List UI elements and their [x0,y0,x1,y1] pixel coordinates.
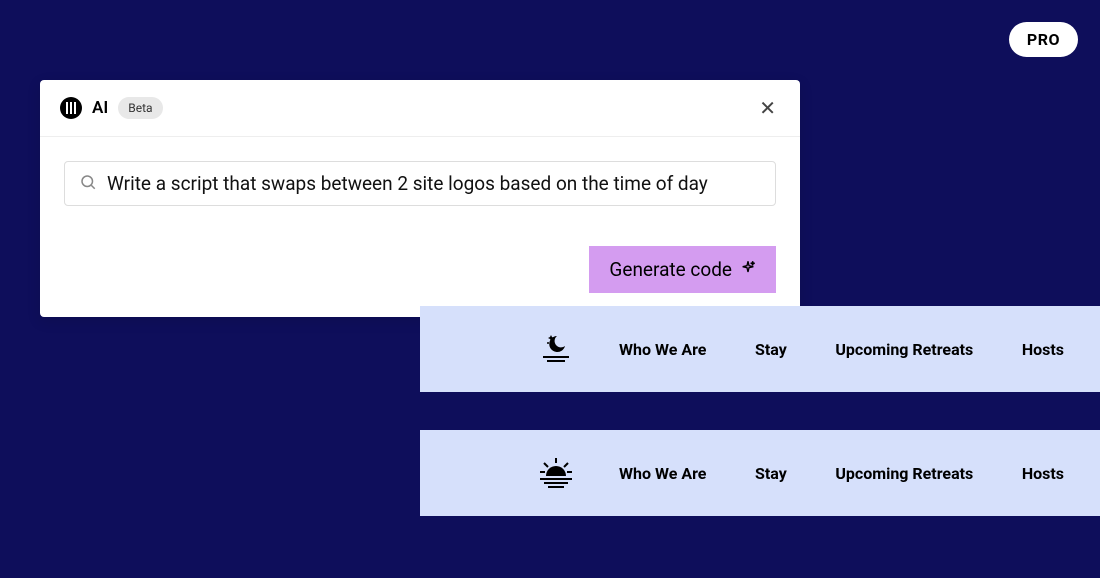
generate-button-label: Generate code [609,258,732,281]
day-nav-bar: Who We Are Stay Upcoming Retreats Hosts [420,430,1100,516]
nav-item-upcoming-retreats[interactable]: Upcoming Retreats [835,464,973,483]
search-icon [79,173,97,195]
elementor-logo-icon [60,97,82,119]
ai-panel-title: AI [92,98,108,118]
sparkle-icon [740,258,756,281]
generate-code-button[interactable]: Generate code [589,246,776,293]
nav-item-hosts[interactable]: Hosts [1022,340,1064,359]
prompt-input[interactable] [107,172,761,195]
night-nav-links: Who We Are Stay Upcoming Retreats Hosts [619,340,1064,359]
nav-item-stay[interactable]: Stay [755,340,787,359]
ai-panel-header: AI Beta ✕ [40,80,800,137]
pro-badge: PRO [1009,22,1078,57]
ai-header-left: AI Beta [60,97,163,119]
close-icon[interactable]: ✕ [755,94,780,122]
ai-panel: AI Beta ✕ Generate code [40,80,800,317]
ai-panel-body: Generate code [40,137,800,317]
night-nav-bar: Who We Are Stay Upcoming Retreats Hosts [420,306,1100,392]
moon-logo-icon [535,332,577,366]
sun-logo-icon [535,456,577,490]
day-nav-links: Who We Are Stay Upcoming Retreats Hosts [619,464,1064,483]
beta-badge: Beta [118,97,162,119]
nav-item-who-we-are[interactable]: Who We Are [619,340,706,359]
nav-item-stay[interactable]: Stay [755,464,787,483]
nav-item-upcoming-retreats[interactable]: Upcoming Retreats [835,340,973,359]
nav-item-who-we-are[interactable]: Who We Are [619,464,706,483]
ai-actions: Generate code [64,246,776,293]
nav-item-hosts[interactable]: Hosts [1022,464,1064,483]
prompt-wrapper [64,161,776,206]
